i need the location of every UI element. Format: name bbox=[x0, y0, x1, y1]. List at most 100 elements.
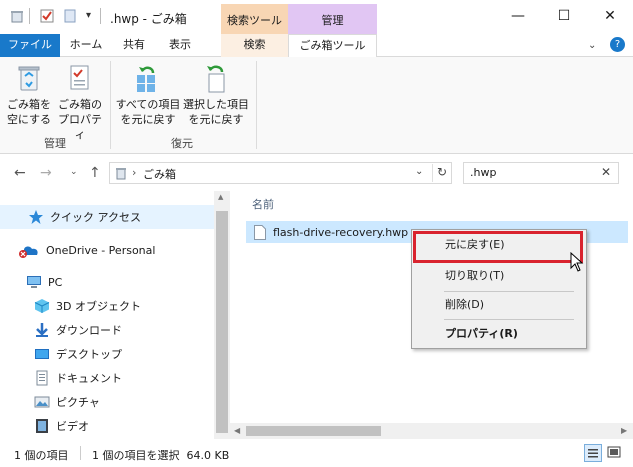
clear-search-icon[interactable]: ✕ bbox=[601, 165, 611, 179]
up-arrow-icon[interactable]: ↑ bbox=[89, 165, 101, 181]
properties-check-icon[interactable] bbox=[40, 9, 54, 23]
file-name: flash-drive-recovery.hwp bbox=[273, 225, 409, 239]
address-dropdown-icon[interactable]: ⌄ bbox=[415, 166, 423, 177]
empty-bin-label-1: ごみ箱を bbox=[7, 98, 51, 111]
recycle-bin-small-icon bbox=[114, 166, 128, 180]
restore-selected-icon bbox=[201, 63, 231, 93]
nav-item-label: ビデオ bbox=[56, 420, 89, 433]
window-title: .hwp - ごみ箱 bbox=[110, 12, 187, 26]
context-menu-properties[interactable]: プロパティ(R) bbox=[414, 322, 584, 346]
empty-bin-label-2: 空にする bbox=[6, 113, 52, 126]
nav-item-documents[interactable]: ドキュメント bbox=[0, 366, 214, 390]
status-bar: 1 個の項目 1 個の項目を選択 64.0 KB bbox=[0, 440, 633, 467]
status-selection: 1 個の項目を選択 64.0 KB bbox=[92, 449, 230, 462]
forward-arrow-icon[interactable]: → bbox=[40, 165, 52, 181]
star-icon bbox=[28, 209, 44, 225]
cloud-icon bbox=[18, 242, 38, 258]
minimize-button[interactable]: — bbox=[495, 0, 541, 32]
large-icons-view-icon bbox=[607, 446, 621, 458]
horizontal-scroll-thumb[interactable] bbox=[246, 426, 381, 436]
nav-scroll-thumb[interactable] bbox=[216, 211, 228, 433]
scroll-left-icon[interactable]: ◀ bbox=[234, 426, 240, 435]
context-menu-delete[interactable]: 削除(D) bbox=[414, 293, 584, 317]
back-arrow-icon[interactable]: ← bbox=[14, 165, 26, 181]
breadcrumb-recycle-bin[interactable]: ごみ箱 bbox=[143, 166, 176, 182]
large-icons-view-button[interactable] bbox=[606, 444, 624, 462]
maximize-button[interactable]: ☐ bbox=[541, 0, 587, 32]
properties-icon bbox=[65, 63, 95, 93]
mouse-cursor-icon bbox=[570, 251, 584, 272]
search-tools-header: 検索ツール bbox=[221, 4, 288, 34]
nav-item-label: 3D オブジェクト bbox=[56, 300, 141, 313]
nav-item-onedrive[interactable]: OneDrive - Personal bbox=[0, 238, 214, 262]
status-divider bbox=[80, 446, 81, 460]
help-icon[interactable]: ? bbox=[610, 37, 625, 52]
nav-item-label: OneDrive - Personal bbox=[46, 243, 156, 257]
details-view-icon bbox=[588, 449, 598, 458]
ribbon-tab-row: ファイル ホーム 共有 表示 検索 ごみ箱ツール ⌄ ? bbox=[0, 34, 633, 58]
nav-item-label: デスクトップ bbox=[56, 348, 122, 361]
bin-properties-label-1: ごみ箱の bbox=[58, 98, 102, 111]
nav-item-label: ドキュメント bbox=[56, 372, 122, 385]
recent-locations-icon[interactable]: ⌄ bbox=[70, 167, 78, 177]
recycle-bin-properties-button[interactable]: ごみ箱の プロパティ bbox=[55, 63, 105, 142]
address-divider bbox=[432, 164, 433, 182]
scroll-right-icon[interactable]: ▶ bbox=[621, 426, 627, 435]
tab-file[interactable]: ファイル bbox=[0, 34, 60, 57]
recycle-bin-app-icon bbox=[10, 9, 24, 23]
restore-all-label-2: を元に戻す bbox=[120, 113, 176, 126]
pc-icon bbox=[26, 274, 42, 290]
status-item-count: 1 個の項目 bbox=[14, 449, 69, 462]
column-header-name[interactable]: 名前 bbox=[252, 196, 274, 212]
nav-item-pc[interactable]: PC bbox=[0, 270, 214, 294]
nav-item-label: クイック アクセス bbox=[50, 211, 141, 224]
document-icon bbox=[34, 370, 50, 386]
nav-item-videos[interactable]: ビデオ bbox=[0, 414, 214, 438]
qat-dropdown-icon[interactable]: ▾ bbox=[86, 10, 91, 21]
nav-item-pictures[interactable]: ピクチャ bbox=[0, 390, 214, 414]
tab-view[interactable]: 表示 bbox=[158, 34, 202, 57]
tab-recycle-bin-tools[interactable]: ごみ箱ツール bbox=[288, 34, 377, 58]
context-menu-separator-2 bbox=[444, 291, 574, 292]
manage-tools-header: 管理 bbox=[288, 4, 377, 34]
nav-item-quick-access[interactable]: クイック アクセス bbox=[0, 205, 214, 229]
restore-selected-label-1: 選択した項目 bbox=[183, 98, 249, 111]
video-icon bbox=[34, 418, 50, 434]
tab-share[interactable]: 共有 bbox=[114, 34, 154, 57]
restore-all-items-button[interactable]: すべての項目 を元に戻す bbox=[114, 63, 182, 127]
ribbon-body: ごみ箱を 空にする ごみ箱の プロパティ 管理 すべての項目 を元に戻す 選択し… bbox=[0, 57, 633, 154]
manage-tools-label: 管理 bbox=[321, 14, 344, 27]
nav-item-label: ダウンロード bbox=[56, 324, 122, 337]
restore-highlight-box bbox=[413, 231, 583, 263]
address-bar[interactable]: › ごみ箱 ⌄ ↻ bbox=[109, 162, 452, 184]
details-view-button[interactable] bbox=[584, 444, 602, 462]
restore-selected-items-button[interactable]: 選択した項目 を元に戻す bbox=[182, 63, 250, 127]
breadcrumb-separator: › bbox=[132, 166, 137, 179]
download-icon bbox=[34, 322, 50, 338]
address-row: ← → ⌄ ↑ › ごみ箱 ⌄ ↻ .hwp ✕ bbox=[0, 155, 633, 191]
nav-item-desktop[interactable]: デスクトップ bbox=[0, 342, 214, 366]
desktop-icon bbox=[34, 346, 50, 362]
close-button[interactable]: ✕ bbox=[587, 0, 633, 32]
collapse-ribbon-icon[interactable]: ⌄ bbox=[588, 40, 596, 51]
empty-recycle-bin-button[interactable]: ごみ箱を 空にする bbox=[4, 63, 54, 127]
qat-divider bbox=[29, 8, 30, 24]
refresh-icon[interactable]: ↻ bbox=[437, 165, 447, 179]
navigation-pane: クイック アクセス OneDrive - Personal PC 3D オブジェ… bbox=[0, 191, 230, 439]
blank-page-icon[interactable] bbox=[63, 9, 77, 23]
cube-icon bbox=[34, 298, 50, 314]
search-query-text: .hwp bbox=[470, 166, 497, 179]
nav-item-3d-objects[interactable]: 3D オブジェクト bbox=[0, 294, 214, 318]
search-input[interactable]: .hwp ✕ bbox=[463, 162, 619, 184]
tab-home[interactable]: ホーム bbox=[62, 34, 110, 57]
tab-search[interactable]: 検索 bbox=[221, 34, 288, 57]
context-menu-cut[interactable]: 切り取り(T) bbox=[414, 264, 584, 288]
search-tools-label: 検索ツール bbox=[227, 14, 282, 27]
file-icon bbox=[254, 224, 266, 240]
nav-item-downloads[interactable]: ダウンロード bbox=[0, 318, 214, 342]
group-divider bbox=[110, 61, 111, 149]
title-bar: ▾ .hwp - ごみ箱 検索ツール 管理 — ☐ ✕ bbox=[0, 0, 633, 34]
scroll-up-icon[interactable]: ▲ bbox=[218, 193, 223, 201]
picture-icon bbox=[34, 394, 50, 410]
context-menu-separator-3 bbox=[444, 319, 574, 320]
